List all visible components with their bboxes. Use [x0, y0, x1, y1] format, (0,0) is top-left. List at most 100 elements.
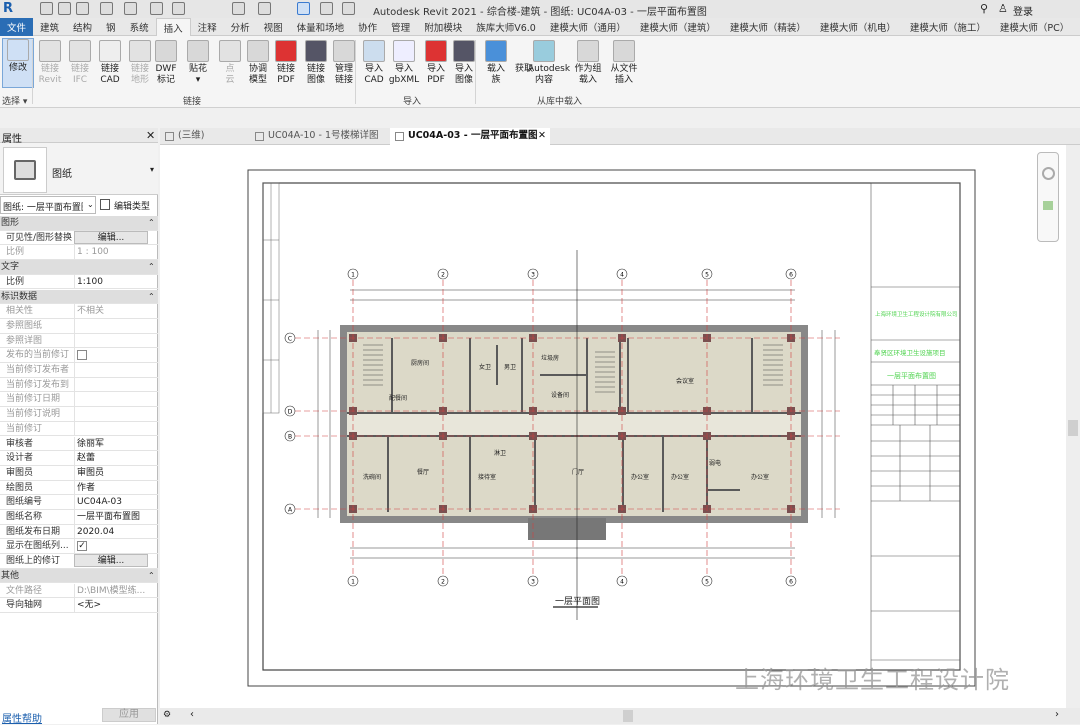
- navigation-bar[interactable]: [1037, 152, 1059, 242]
- edit-button[interactable]: 编辑...: [74, 554, 148, 568]
- ribbon-button-20[interactable]: 从文件 插入: [608, 40, 640, 86]
- ribbon-button-9[interactable]: 链接 PDF: [270, 40, 302, 86]
- link-topo-icon: [129, 40, 151, 62]
- property-row: 当前修订说明: [0, 407, 158, 422]
- property-value: [74, 333, 148, 348]
- tab-3[interactable]: 钢: [99, 18, 123, 36]
- property-row: 参照详图: [0, 333, 158, 349]
- scroll-left-icon[interactable]: ‹: [190, 709, 194, 720]
- full-navigation-wheel-icon[interactable]: [1042, 167, 1055, 180]
- horizontal-scrollbar[interactable]: ⚙ ‹ ›: [160, 708, 1080, 724]
- ribbon-button-1[interactable]: 链接 Revit: [34, 40, 66, 86]
- close-icon[interactable]: ✕: [146, 129, 155, 142]
- property-value[interactable]: 徐丽军: [74, 436, 148, 451]
- collapse-icon[interactable]: ⌃: [148, 216, 155, 230]
- login-link[interactable]: 登录: [1013, 3, 1033, 18]
- binoculars-icon[interactable]: ⚲: [980, 2, 988, 15]
- property-value[interactable]: 一层平面布置图: [74, 510, 148, 524]
- property-value[interactable]: 赵蕾: [74, 451, 148, 466]
- property-value[interactable]: 作者: [74, 480, 148, 495]
- type-selector[interactable]: 图纸 ▾: [0, 143, 158, 195]
- vertical-scrollbar[interactable]: [1066, 145, 1080, 708]
- tab-13[interactable]: 族库大师V6.0: [469, 18, 543, 36]
- ribbon-button-18[interactable]: Autodesk 内容: [528, 40, 570, 86]
- view-tab-1[interactable]: UC04A-10 - 1号楼梯详图: [250, 128, 385, 145]
- view-control-icon[interactable]: ⚙: [163, 710, 171, 720]
- property-value[interactable]: 审图员: [74, 465, 148, 480]
- chevron-down-icon[interactable]: ▾: [150, 165, 154, 174]
- tab-0[interactable]: 文件: [0, 18, 34, 36]
- tab-4[interactable]: 系统: [123, 18, 156, 36]
- sheet-icon: [255, 132, 264, 141]
- ribbon-button-2[interactable]: 链接 IFC: [64, 40, 96, 86]
- tab-9[interactable]: 体量和场地: [290, 18, 352, 36]
- collapse-icon[interactable]: ⌃: [148, 290, 155, 304]
- ribbon-group-label[interactable]: 选择 ▾: [2, 94, 27, 107]
- sheet-icon: [395, 132, 404, 141]
- tab-8[interactable]: 视图: [257, 18, 290, 36]
- ribbon-button-13[interactable]: 导入 gbXML: [388, 40, 420, 86]
- tab-2[interactable]: 结构: [66, 18, 99, 36]
- autodesk-content-icon: [533, 40, 555, 62]
- title-bar: R Autodesk Revit 2021 - 综合楼-建筑 - 图纸: UC0…: [0, 0, 1080, 18]
- grid-label: D: [288, 409, 293, 416]
- tab-12[interactable]: 附加模块: [417, 18, 469, 36]
- link-ifc-icon: [69, 40, 91, 62]
- properties-help-link[interactable]: 属性帮助: [2, 710, 42, 725]
- tab-14[interactable]: 建模大师（通用）: [543, 18, 633, 36]
- ribbon-button-19[interactable]: 作为组 载入: [572, 40, 604, 86]
- ribbon-button-6[interactable]: 贴花 ▾: [182, 40, 214, 86]
- import-gbxml-icon: [393, 40, 415, 62]
- property-group-header[interactable]: 文字 ⌃: [0, 260, 158, 275]
- property-group-header[interactable]: 标识数据 ⌃: [0, 289, 158, 305]
- insert-from-file-icon: [613, 40, 635, 62]
- close-tab-icon[interactable]: ✕: [538, 128, 546, 144]
- ribbon-button-5[interactable]: DWF 标记: [150, 40, 182, 86]
- collapse-icon[interactable]: ⌃: [148, 260, 155, 274]
- property-value: D:\BIM\模型练...: [74, 583, 148, 598]
- property-group-header[interactable]: 图形 ⌃: [0, 216, 158, 231]
- tab-18[interactable]: 建模大师（施工）: [903, 18, 993, 36]
- scroll-thumb[interactable]: [623, 710, 633, 722]
- user-icon[interactable]: ♙: [998, 2, 1008, 15]
- tab-20[interactable]: 预制: [1076, 18, 1080, 36]
- property-group-header[interactable]: 其他 ⌃: [0, 568, 158, 584]
- view-tab-2[interactable]: UC04A-03 - 一层平面布置图 ✕: [390, 128, 550, 145]
- tab-11[interactable]: 管理: [384, 18, 417, 36]
- ribbon-button-12[interactable]: 导入 CAD: [358, 40, 390, 86]
- tab-6[interactable]: 注释: [191, 18, 224, 36]
- apply-button[interactable]: 应用: [102, 708, 156, 722]
- zoom-region-icon[interactable]: [1043, 201, 1053, 210]
- property-value[interactable]: 2020.04: [74, 524, 148, 539]
- ribbon-button-0[interactable]: 修改: [2, 38, 34, 88]
- checkbox[interactable]: [77, 350, 87, 361]
- tab-19[interactable]: 建模大师（PC）: [993, 18, 1076, 36]
- tab-17[interactable]: 建模大师（机电）: [813, 18, 903, 36]
- tab-7[interactable]: 分析: [224, 18, 257, 36]
- collapse-icon[interactable]: ⌃: [148, 569, 155, 583]
- property-row: 图纸名称 一层平面布置图: [0, 510, 158, 525]
- grid-label: 1: [351, 579, 355, 586]
- room-label: 男卫: [504, 364, 516, 371]
- scroll-right-icon[interactable]: ›: [1055, 709, 1059, 720]
- property-value[interactable]: <无>: [74, 598, 148, 613]
- property-value[interactable]: UC04A-03: [74, 495, 148, 510]
- room-label: 垃圾房: [541, 354, 559, 362]
- drawing-canvas[interactable]: 上海环境卫生工程设计院有限公司 奉贤区环境卫生设施项目 一层平面布置图 1 1 2 2…: [160, 145, 1066, 708]
- instance-selector[interactable]: 图纸: 一层平面布置图 ⌄: [0, 196, 96, 214]
- property-value: 不相关: [74, 304, 148, 319]
- view-tab-0[interactable]: (三维): [160, 128, 250, 145]
- ribbon-panel: 修改 链接 Revit 链接 IFC 链接 CAD 链接 地形 DWF 标记 贴花 ▾ 点云协调 模型 链接 P…: [0, 36, 1080, 108]
- room-label: 配餐间: [389, 394, 407, 402]
- tab-5[interactable]: 插入: [155, 18, 191, 36]
- tab-15[interactable]: 建模大师（建筑）: [633, 18, 723, 36]
- tab-1[interactable]: 建筑: [33, 18, 66, 36]
- tab-16[interactable]: 建模大师（精装）: [723, 18, 813, 36]
- edit-button[interactable]: 编辑...: [74, 230, 148, 244]
- ribbon-button-3[interactable]: 链接 CAD: [94, 40, 126, 86]
- tab-10[interactable]: 协作: [351, 18, 384, 36]
- edit-type-button[interactable]: 编辑类型: [98, 196, 158, 214]
- property-value[interactable]: 1:100: [74, 274, 148, 289]
- checkbox[interactable]: ✓: [77, 541, 87, 552]
- room-label: 厨房间: [411, 359, 429, 367]
